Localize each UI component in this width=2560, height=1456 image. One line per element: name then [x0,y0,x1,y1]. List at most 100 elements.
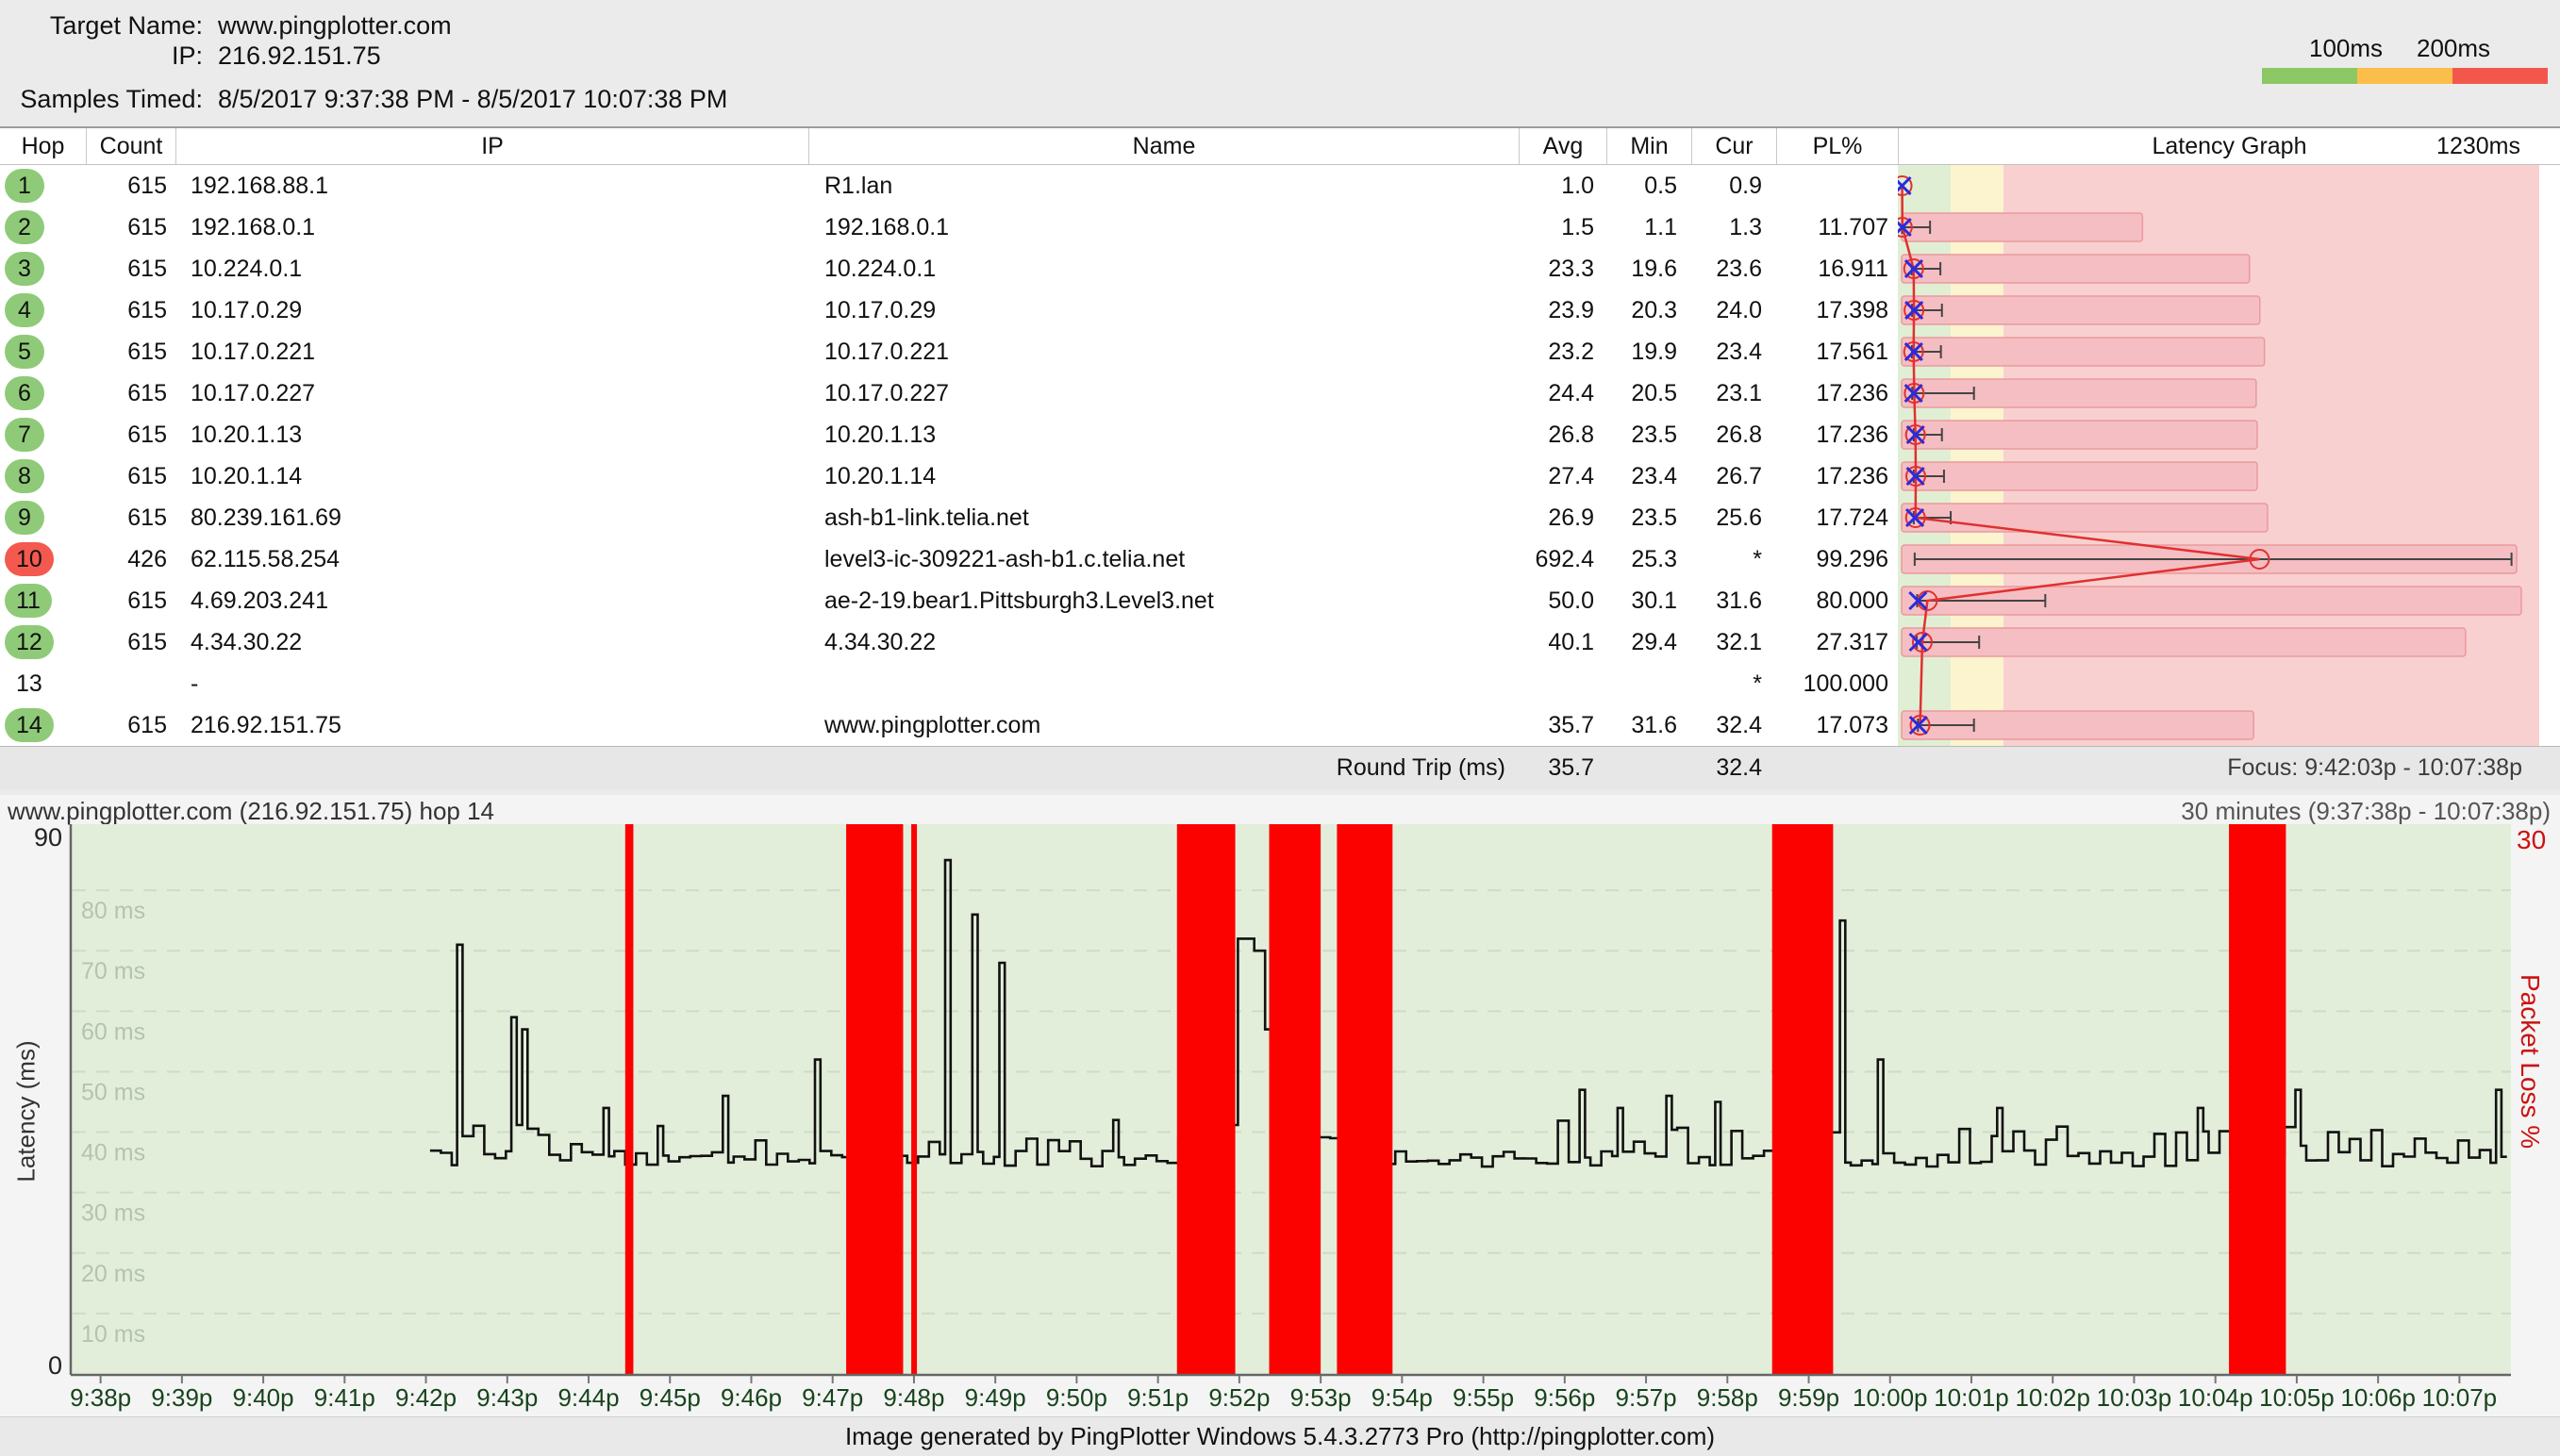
cell-cur: 24.0 [1691,290,1776,331]
cell-ip: 10.17.0.221 [175,331,808,372]
legend-red-segment [2452,68,2548,84]
cell-ip: 80.239.161.69 [175,497,808,538]
cell-name: 10.20.1.13 [808,414,1519,455]
ip-value: 216.92.151.75 [218,41,1321,71]
column-header-count[interactable]: Count [86,128,175,164]
latency-bar [1902,213,2142,241]
hop-badge: 3 [5,252,44,286]
packet-loss-bar [911,824,917,1374]
cell-min: 20.5 [1606,372,1691,414]
x-axis-label: 9:50p [1046,1383,1107,1413]
cell-name [808,663,1519,704]
graph-target-title: www.pingplotter.com (216.92.151.75) hop … [8,797,494,826]
x-axis-label: 9:48p [883,1383,944,1413]
ip-row: IP: 216.92.151.75 [0,41,1321,71]
column-header-pl[interactable]: PL% [1776,128,1898,164]
cell-min: 23.5 [1606,414,1691,455]
cell-ip: 62.115.58.254 [175,538,808,580]
packet-loss-bar [1772,824,1834,1374]
column-header-cur[interactable]: Cur [1691,128,1776,164]
cell-min: 19.9 [1606,331,1691,372]
cell-avg: 27.4 [1519,455,1606,497]
cell-cur: 23.6 [1691,248,1776,290]
column-header-hop[interactable]: Hop [0,128,86,164]
round-trip-cur: 32.4 [1691,747,1776,789]
cell-cur: 26.7 [1691,455,1776,497]
x-axis-label: 9:45p [640,1383,701,1413]
hop-badge: 9 [5,501,44,535]
inner-y-label: 60 ms [81,1018,145,1045]
hop-badge: 14 [5,708,54,742]
x-axis-label: 10:04p [2178,1383,2253,1413]
graph-time-range-title[interactable]: 30 minutes (9:37:38p - 10:07:38p) [2181,797,2551,826]
cell-name: 192.168.0.1 [808,207,1519,248]
x-axis-label: 9:52p [1208,1383,1270,1413]
x-axis-label: 10:06p [2340,1383,2416,1413]
cell-ip: 10.17.0.29 [175,290,808,331]
cell-pl: 17.561 [1776,331,1898,372]
cell-cur: 32.1 [1691,621,1776,663]
samples-timed-value: 8/5/2017 9:37:38 PM - 8/5/2017 10:07:38 … [218,85,1321,114]
cell-pl: 17.073 [1776,704,1898,746]
cell-ip: 4.34.30.22 [175,621,808,663]
cell-ip: 4.69.203.241 [175,580,808,621]
cell-count: 615 [86,497,175,538]
cell-avg: 1.5 [1519,207,1606,248]
cell-ip: 192.168.0.1 [175,207,808,248]
hop-badge: 6 [5,376,44,410]
latency-timeline-plot[interactable]: 10 ms20 ms30 ms40 ms50 ms60 ms70 ms80 ms [0,824,2560,1383]
cell-min: 20.3 [1606,290,1691,331]
inner-y-label: 50 ms [81,1079,145,1105]
hop-number: 13 [5,667,54,701]
packet-loss-bar [1270,824,1322,1374]
cell-ip: 10.20.1.14 [175,455,808,497]
legend-color-bar [2262,68,2548,84]
x-axis-label: 9:42p [395,1383,457,1413]
cell-name: level3-ic-309221-ash-b1.c.telia.net [808,538,1519,580]
cell-cur: 23.4 [1691,331,1776,372]
cell-name: www.pingplotter.com [808,704,1519,746]
cell-avg: 26.8 [1519,414,1606,455]
table-header-row: Hop Count IP Name Avg Min Cur PL% Latenc… [0,128,2560,165]
cell-pl: 16.911 [1776,248,1898,290]
legend-200ms-label: 200ms [2417,34,2490,63]
cell-cur: * [1691,663,1776,704]
cell-name: R1.lan [808,165,1519,207]
column-header-latency-graph[interactable]: Latency Graph 1230ms [1898,128,2560,164]
latency-bar [1902,462,2257,490]
round-trip-avg: 35.7 [1519,747,1606,789]
cell-min: 1.1 [1606,207,1691,248]
cell-count: 615 [86,248,175,290]
x-axis-label: 9:46p [721,1383,782,1413]
latency-bar [1902,504,2268,532]
x-axis-label: 9:51p [1127,1383,1189,1413]
x-axis-label: 9:40p [233,1383,294,1413]
cell-min: 29.4 [1606,621,1691,663]
x-axis-label: 10:02p [2015,1383,2090,1413]
column-header-avg[interactable]: Avg [1519,128,1606,164]
x-axis-label: 9:53p [1290,1383,1352,1413]
column-header-min[interactable]: Min [1606,128,1691,164]
cell-avg: 40.1 [1519,621,1606,663]
inner-y-label: 10 ms [81,1321,145,1348]
latency-bar [1902,338,2265,366]
latency-bar [1902,296,2260,324]
packet-loss-axis-title: Packet Loss % [2515,974,2545,1276]
x-axis-label: 9:49p [965,1383,1026,1413]
generator-footer: Image generated by PingPlotter Windows 5… [0,1416,2560,1456]
cell-cur: 25.6 [1691,497,1776,538]
column-header-ip[interactable]: IP [175,128,808,164]
column-header-name[interactable]: Name [808,128,1519,164]
cell-count: 615 [86,414,175,455]
latency-bar [1902,628,2466,656]
inner-y-label: 20 ms [81,1261,145,1287]
cell-avg: 692.4 [1519,538,1606,580]
cell-cur: 32.4 [1691,704,1776,746]
x-axis-label: 9:47p [802,1383,863,1413]
cell-name: ash-b1-link.telia.net [808,497,1519,538]
x-axis-labels: 9:38p9:39p9:40p9:41p9:42p9:43p9:44p9:45p… [0,1383,2560,1416]
ip-label: IP: [0,41,203,71]
cell-ip: - [175,663,808,704]
x-axis-label: 9:54p [1371,1383,1433,1413]
x-axis-label: 9:39p [151,1383,212,1413]
